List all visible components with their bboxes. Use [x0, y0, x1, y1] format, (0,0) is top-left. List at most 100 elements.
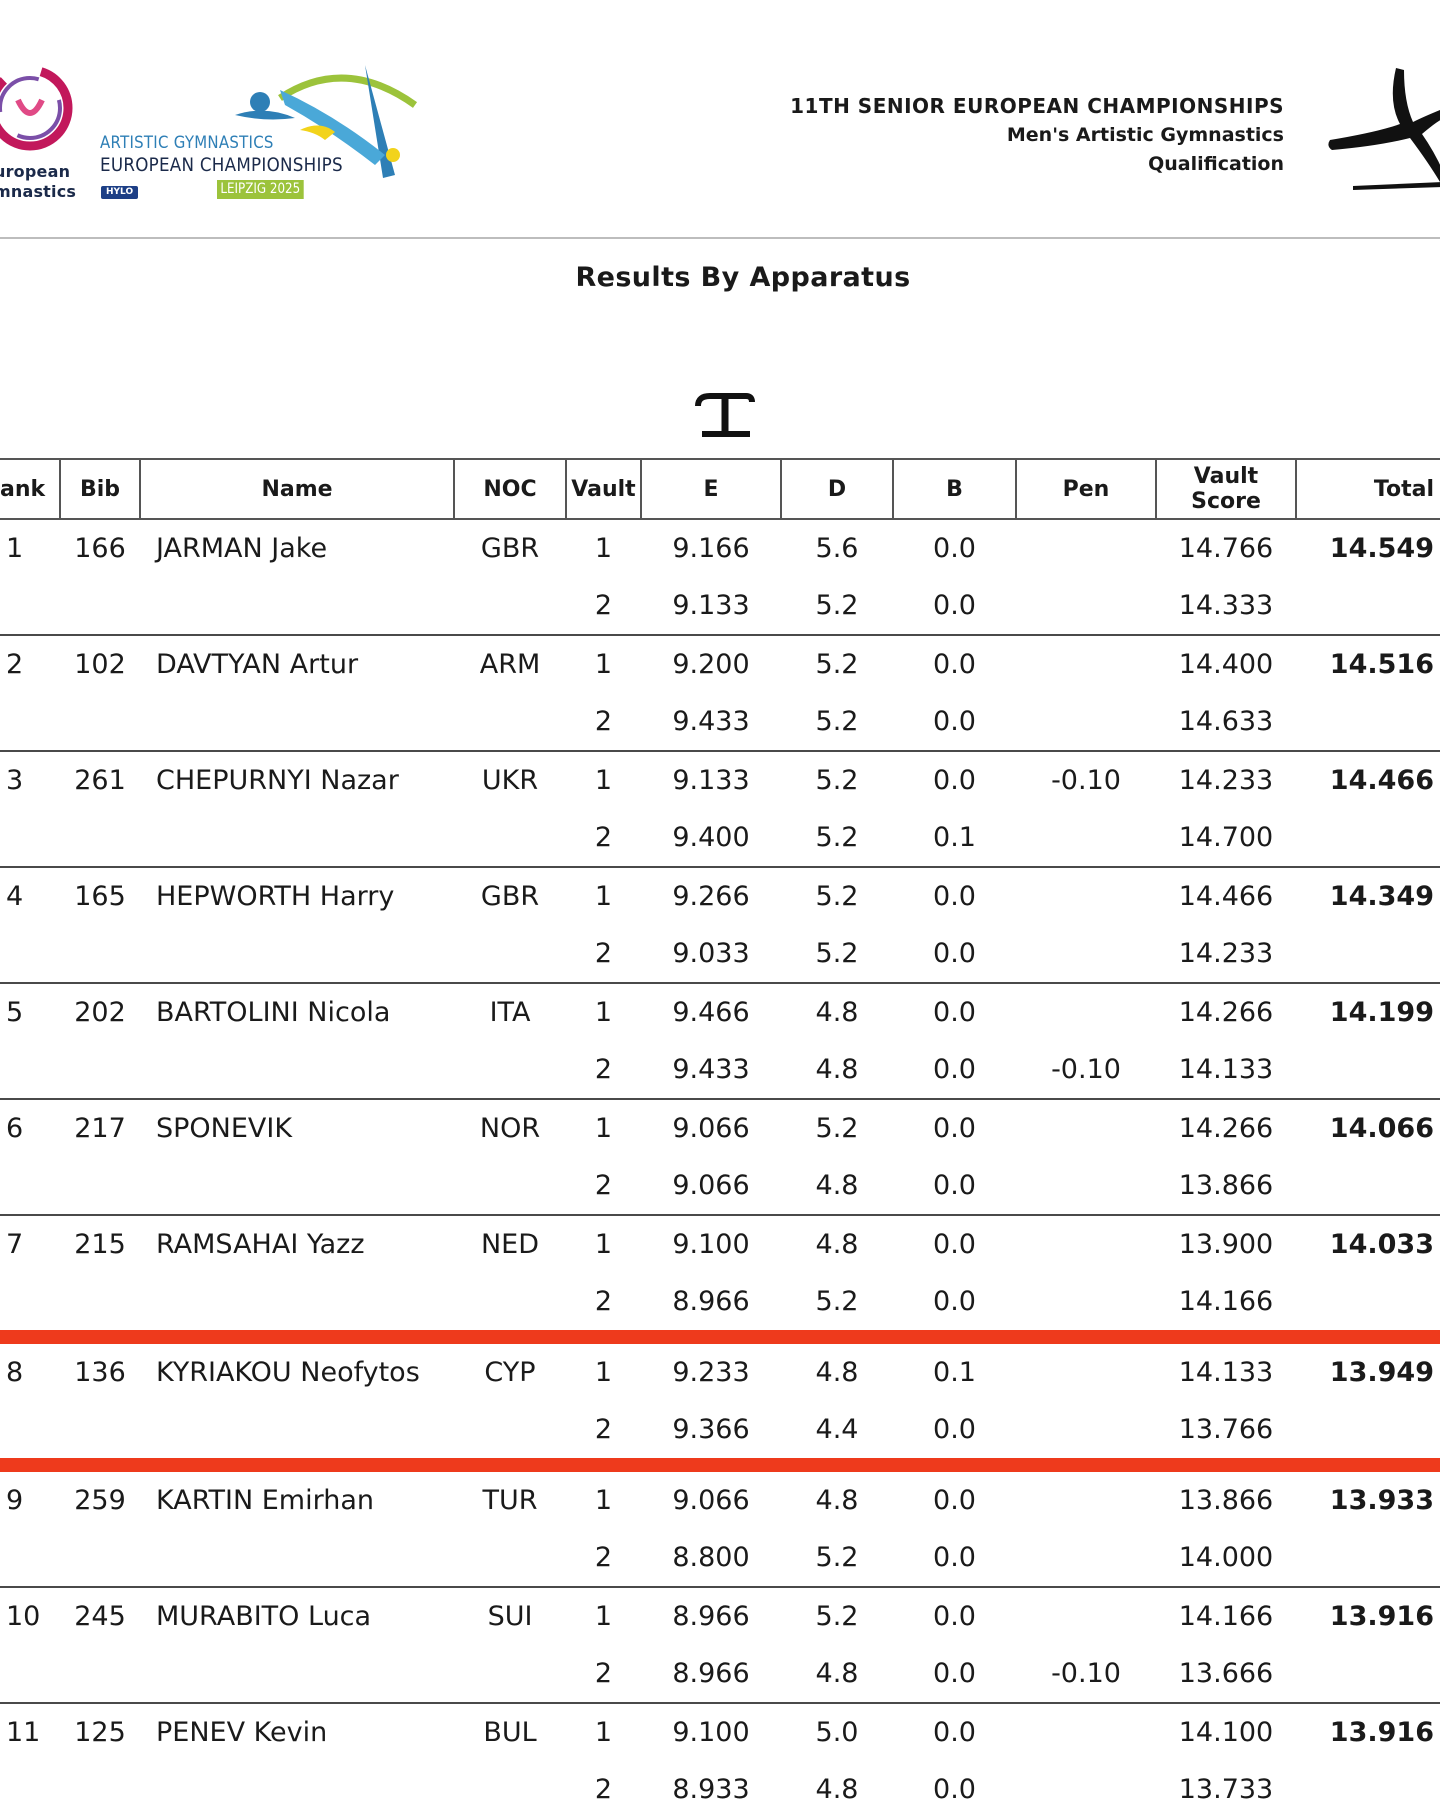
- cell-penalty: [1016, 1272, 1156, 1344]
- header-vault: Vault: [565, 458, 641, 520]
- cell-total: [1296, 1760, 1440, 1818]
- cell-vault-number: 1: [594, 996, 613, 1028]
- cell-e-score: 9.133: [641, 576, 781, 636]
- cell-penalty: [1016, 808, 1156, 868]
- cell-d-score: 5.2: [815, 880, 859, 912]
- cell-noc: [454, 692, 566, 752]
- cell-d-score: 5.2: [781, 924, 893, 984]
- cell-bib: 217: [74, 1112, 126, 1144]
- cell-name: [140, 692, 454, 752]
- cell-noc: [454, 1156, 566, 1216]
- cell-e-score: 9.033: [641, 924, 781, 984]
- sponsor-badge: HYLO: [101, 186, 139, 199]
- cell-d-score: 4.8: [815, 1484, 859, 1516]
- cell-total: 13.916: [1329, 1716, 1434, 1748]
- cell-vault-number: 1: [594, 880, 613, 912]
- cell-vault-number: 2: [566, 808, 641, 868]
- cell-vault-number: 2: [566, 924, 641, 984]
- cell-vault-score: 14.333: [1156, 576, 1296, 636]
- cell-noc: SUI: [487, 1600, 533, 1632]
- cell-bib: [60, 1400, 140, 1472]
- cell-penalty: [1016, 1528, 1156, 1588]
- vault-icon: [695, 393, 755, 437]
- cell-vault-score: 13.766: [1156, 1400, 1296, 1472]
- cell-bonus: 0.0: [893, 1644, 1016, 1704]
- cell-name: [140, 1400, 454, 1472]
- cell-bonus: 0.0: [933, 1484, 976, 1516]
- cell-total: [1296, 576, 1440, 636]
- cell-vault-score: 14.233: [1178, 764, 1274, 796]
- cell-e-score: 9.200: [672, 648, 750, 680]
- header-bib: Bib: [59, 458, 140, 520]
- table-row: 10 245 MURABITO Luca SUI 1 8.966 5.2 0.0 14.166 1…: [0, 1587, 1440, 1644]
- cell-rank: [0, 1040, 60, 1100]
- cell-bonus: 0.0: [933, 1600, 976, 1632]
- cell-rank: 2: [6, 648, 24, 680]
- cell-noc: BUL: [483, 1716, 537, 1748]
- cell-vault-score: 14.000: [1156, 1528, 1296, 1588]
- table-row: 6 217 SPONEVIK NOR 1 9.066 5.2 0.0 14.266 14.066: [0, 1099, 1440, 1156]
- cell-noc: NED: [480, 1228, 540, 1260]
- cell-e-score: 9.400: [641, 808, 781, 868]
- cell-d-score: 5.2: [781, 1528, 893, 1588]
- cell-vault-number: 2: [566, 1528, 641, 1588]
- championships-line-1: ARTISTIC GYMNASTICS: [100, 133, 274, 153]
- cell-name: [140, 808, 454, 868]
- cell-name: [140, 924, 454, 984]
- table-row: 2 9.066 4.8 0.0 13.866: [0, 1156, 1440, 1216]
- cell-rank: [0, 1528, 60, 1588]
- table-row: 2 9.433 4.8 0.0 -0.10 14.133: [0, 1040, 1440, 1100]
- cell-d-score: 5.2: [815, 1112, 859, 1144]
- cell-total: 13.949: [1329, 1356, 1434, 1388]
- cell-name: [140, 1760, 454, 1818]
- cell-bib: 136: [74, 1356, 126, 1388]
- table-row: 2 8.966 4.8 0.0 -0.10 13.666: [0, 1644, 1440, 1704]
- cell-bib: [60, 1644, 140, 1704]
- cell-penalty: [1016, 1760, 1156, 1818]
- championships-line-2: EUROPEAN CHAMPIONSHIPS: [100, 154, 343, 176]
- cell-d-score: 5.2: [781, 808, 893, 868]
- cell-noc: [454, 808, 566, 868]
- cell-d-score: 4.8: [815, 1228, 859, 1260]
- cell-vault-number: 2: [566, 692, 641, 752]
- cell-e-score: 9.066: [641, 1156, 781, 1216]
- cell-bonus: 0.0: [893, 692, 1016, 752]
- cell-bonus: 0.0: [933, 1716, 976, 1748]
- cell-bib: 245: [74, 1600, 126, 1632]
- cell-e-score: 9.266: [672, 880, 750, 912]
- cell-e-score: 9.366: [641, 1400, 781, 1472]
- cell-vault-score: 14.233: [1156, 924, 1296, 984]
- cell-vault-score: 13.900: [1178, 1228, 1274, 1260]
- cell-total: 14.349: [1329, 880, 1434, 912]
- cell-vault-score: 14.466: [1178, 880, 1274, 912]
- event-phase: Qualification: [1148, 153, 1284, 175]
- cell-penalty: [1016, 519, 1156, 576]
- cell-noc: NOR: [479, 1112, 541, 1144]
- cell-total: 14.033: [1329, 1228, 1434, 1260]
- cell-name: [140, 1644, 454, 1704]
- cell-total: [1296, 1040, 1440, 1100]
- cell-vault-score: 13.666: [1156, 1644, 1296, 1704]
- cell-e-score: 9.166: [672, 532, 750, 564]
- cell-name: MURABITO Luca: [156, 1600, 372, 1632]
- cell-noc: [454, 924, 566, 984]
- cell-noc: [454, 1644, 566, 1704]
- cell-d-score: 5.2: [781, 576, 893, 636]
- cell-vault-score: 14.133: [1178, 1356, 1274, 1388]
- cell-bib: [60, 1040, 140, 1100]
- cell-vault-number: 1: [594, 1716, 613, 1748]
- cell-vault-score: 14.400: [1178, 648, 1274, 680]
- gymnast-logo-icon: [1328, 68, 1440, 190]
- cell-bonus: 0.0: [933, 648, 976, 680]
- header-vault-score-line1: Vault: [1193, 464, 1259, 489]
- header-divider: [0, 237, 1440, 239]
- table-row: 2 9.133 5.2 0.0 14.333: [0, 576, 1440, 636]
- cell-total: [1296, 1272, 1440, 1344]
- cell-rank: [0, 692, 60, 752]
- cell-total: 13.916: [1329, 1600, 1434, 1632]
- cell-vault-number: 1: [594, 532, 613, 564]
- cell-vault-number: 2: [594, 1773, 613, 1805]
- cell-name: SPONEVIK: [156, 1112, 293, 1144]
- cell-noc: [454, 576, 566, 636]
- cell-penalty: [1016, 1465, 1156, 1528]
